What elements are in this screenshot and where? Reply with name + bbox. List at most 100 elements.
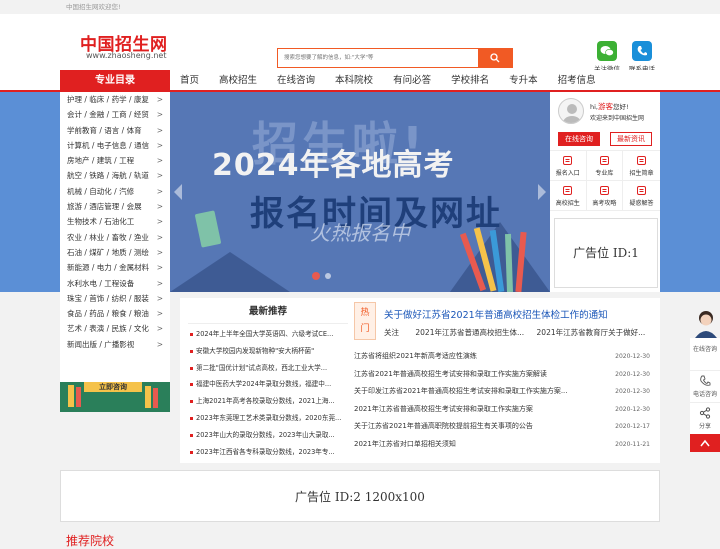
sidebar-category-item[interactable]: 水利水电 / 工程设备 > [60, 276, 170, 291]
sidebar-category-item[interactable]: 生物技术 / 石油化工 > [60, 214, 170, 229]
news-date: 2020-12-17 [615, 423, 650, 431]
sidebar-category-item[interactable]: 旅游 / 酒店管理 / 会展 > [60, 199, 170, 214]
float-toolbar: 在线咨询 电话咨询 分享 [690, 338, 720, 452]
quick-link-strategy[interactable]: 高考攻略 [586, 181, 624, 211]
float-consult[interactable]: 在线咨询 [690, 338, 720, 370]
greeting-line: hi,游客您好! [590, 101, 629, 112]
sidebar-category-item[interactable]: 学前教育 / 语言 / 体育 > [60, 123, 170, 138]
nav-item[interactable]: 本科院校 [325, 70, 383, 92]
news-row[interactable]: 2021年江苏省普通高校招生考试安排和录取工作实施方案 2020-12-30 [354, 401, 652, 419]
sidebar-category-item[interactable]: 计算机 / 电子信息 / 通信 > [60, 138, 170, 153]
recommend-item[interactable]: 2023年东莞理工艺术类录取分数线，2020东莞... [188, 410, 348, 427]
strategy-icon [599, 186, 609, 195]
category-title[interactable]: 专业目录 [60, 70, 170, 92]
quick-link-entry[interactable]: 报名入口 [550, 151, 587, 181]
phone-contact[interactable]: 联系电话 [627, 41, 657, 73]
nav-item[interactable]: 在线咨询 [267, 70, 325, 92]
nav-item[interactable]: 有问必答 [383, 70, 441, 92]
recommend-item[interactable]: 2024年上半年全国大学英语四、六级考试CE... [188, 326, 348, 343]
follow-link[interactable]: 2021年江苏省普通高校招生体... [415, 328, 524, 337]
welcome-text: 中国招生网欢迎您! [66, 3, 121, 11]
float-share[interactable]: 分享 [690, 402, 720, 434]
news-row[interactable]: 江苏省将组织2021年新高考适应性演练 2020-12-30 [354, 348, 652, 366]
bullet-icon [190, 400, 193, 404]
recommend-item[interactable]: 福建中医药大学2024年录取分数线，福建中... [188, 376, 348, 393]
nav-item[interactable]: 招考信息 [548, 70, 606, 92]
recommend-item[interactable]: 2023年山大的录取分数线，2023年山大录取... [188, 427, 348, 444]
news-row[interactable]: 关于江苏省2021年普通高职院校提前招生有关事项的公告 2020-12-17 [354, 418, 652, 436]
hot-tag-1: 热 [360, 308, 370, 318]
search-button[interactable] [478, 49, 512, 67]
faq-icon [636, 186, 646, 195]
news-row[interactable]: 江苏省2021年普通高校招生考试安排和录取工作实施方案解读 2020-12-30 [354, 366, 652, 384]
ad-slot-1[interactable]: 广告位 ID:1 [554, 218, 658, 288]
sidebar-category-item[interactable]: 新能源 / 电力 / 金属材料 > [60, 260, 170, 275]
recommend-item[interactable]: 2023年江西省各专科录取分数线，2023年专... [188, 444, 348, 461]
quick-link-school[interactable]: 高校招生 [550, 181, 587, 211]
search-input[interactable] [278, 49, 478, 67]
sidebar-category-label: 会计 / 金融 / 工商 / 经贸 [67, 110, 149, 120]
back-to-top-button[interactable] [690, 434, 720, 452]
quick-link-label: 专业库 [595, 170, 614, 177]
share-icon [699, 407, 711, 419]
entry-icon [563, 156, 573, 165]
bullet-icon [190, 433, 193, 437]
avatar[interactable] [558, 98, 584, 124]
sidebar-category-item[interactable]: 食品 / 药品 / 粮食 / 粮油 > [60, 306, 170, 321]
quick-link-major-library[interactable]: 专业库 [586, 151, 624, 181]
top-welcome-bar: 中国招生网欢迎您! [0, 0, 720, 14]
quick-link-faq[interactable]: 疑惑解答 [623, 181, 660, 211]
bullet-icon [190, 383, 193, 387]
nav-item[interactable]: 首页 [170, 70, 209, 92]
sidebar-category-item[interactable]: 航空 / 铁路 / 海航 / 轨道 > [60, 168, 170, 183]
nav-item[interactable]: 高校招生 [209, 70, 267, 92]
ad-slot-2[interactable]: 广告位 ID:2 1200x100 [60, 470, 660, 522]
quick-link-brochure[interactable]: 招生简章 [623, 151, 660, 181]
quick-link-label: 报名入口 [555, 170, 580, 177]
nav-item[interactable]: 专升本 [499, 70, 548, 92]
recommend-title: 最新推荐 [188, 298, 348, 324]
sidebar-category-item[interactable]: 新闻出版 / 广播影视 > [60, 337, 170, 352]
bullet-icon [190, 349, 193, 353]
float-phone[interactable]: 电话咨询 [690, 370, 720, 402]
sidebar-category-item[interactable]: 珠宝 / 首饰 / 纺织 / 服装 > [60, 291, 170, 306]
recommend-item[interactable]: 第二批"国优计划"试点高校，西北工业大学... [188, 360, 348, 377]
consultant-avatar[interactable] [692, 308, 720, 338]
quick-link-label: 招生简章 [629, 170, 654, 177]
latest-news-button[interactable]: 最新资讯 [610, 132, 652, 146]
quick-link-label: 高校招生 [555, 200, 580, 207]
chevron-right-icon: > [156, 125, 163, 135]
news-row[interactable]: 关于印发江苏省2021年普通高校招生考试安排和录取工作实施方案... 2020-1… [354, 383, 652, 401]
chevron-right-icon: > [156, 95, 163, 104]
sidebar-category-item[interactable]: 护理 / 临床 / 药学 / 康复 > [60, 92, 170, 107]
chevron-right-icon: > [156, 171, 163, 181]
wechat-follow[interactable]: 关注微信 [592, 41, 622, 73]
sidebar-category-item[interactable]: 农业 / 林业 / 畜牧 / 渔业 > [60, 230, 170, 245]
sidebar-category-item[interactable]: 会计 / 金融 / 工商 / 经贸 > [60, 107, 170, 122]
recommended-schools-title: 推荐院校 [66, 534, 115, 548]
recommend-item[interactable]: 上海2021年高考各校录取分数线，2021上海... [188, 393, 348, 410]
sidebar-category-item[interactable]: 机械 / 自动化 / 汽修 > [60, 184, 170, 199]
chevron-right-icon: > [156, 156, 163, 166]
recommend-item-title: 安徽大学校园内发现新物种"安大柄杯菌" [196, 346, 315, 355]
recommend-item[interactable]: 安徽大学校园内发现新物种"安大柄杯菌" [188, 343, 348, 360]
online-consult-button[interactable]: 在线咨询 [558, 132, 600, 146]
nav-item[interactable]: 学校排名 [441, 70, 499, 92]
sidebar-ad[interactable]: 立即咨询 [60, 382, 170, 412]
sidebar-category-item[interactable]: 房地产 / 建筑 / 工程 > [60, 153, 170, 168]
main-nav: 专业目录 首页 高校招生 在线咨询 本科院校 有问必答 学校排名 专升本 招考信息 [0, 70, 720, 92]
chevron-right-icon: > [156, 186, 163, 196]
follow-link[interactable]: 2021年江苏省教育厅关于做好... [537, 328, 646, 337]
sidebar-category-label: 计算机 / 电子信息 / 通信 [67, 140, 150, 150]
phone-icon [700, 375, 711, 386]
sidebar-ad-text: 立即咨询 [84, 382, 142, 392]
news-date: 2020-12-30 [615, 405, 650, 413]
news-row[interactable]: 2021年江苏省对口单招相关须知 2020-11-21 [354, 436, 652, 454]
sidebar-category-label: 学前教育 / 语言 / 体育 [67, 125, 142, 135]
hero-banner[interactable]: 招生啦! 2024年各地高考 报名时间及网址 火热报名中 [170, 92, 550, 292]
sidebar-category-item[interactable]: 石油 / 煤矿 / 地质 / 测绘 > [60, 245, 170, 260]
user-icon [563, 104, 581, 123]
welcome-message: 欢迎来到中国招生网 [590, 115, 645, 122]
hot-headline[interactable]: 关于做好江苏省2021年普通高校招生体检工作的通知 [384, 307, 608, 321]
sidebar-category-item[interactable]: 艺术 / 表演 / 民族 / 文化 > [60, 321, 170, 336]
